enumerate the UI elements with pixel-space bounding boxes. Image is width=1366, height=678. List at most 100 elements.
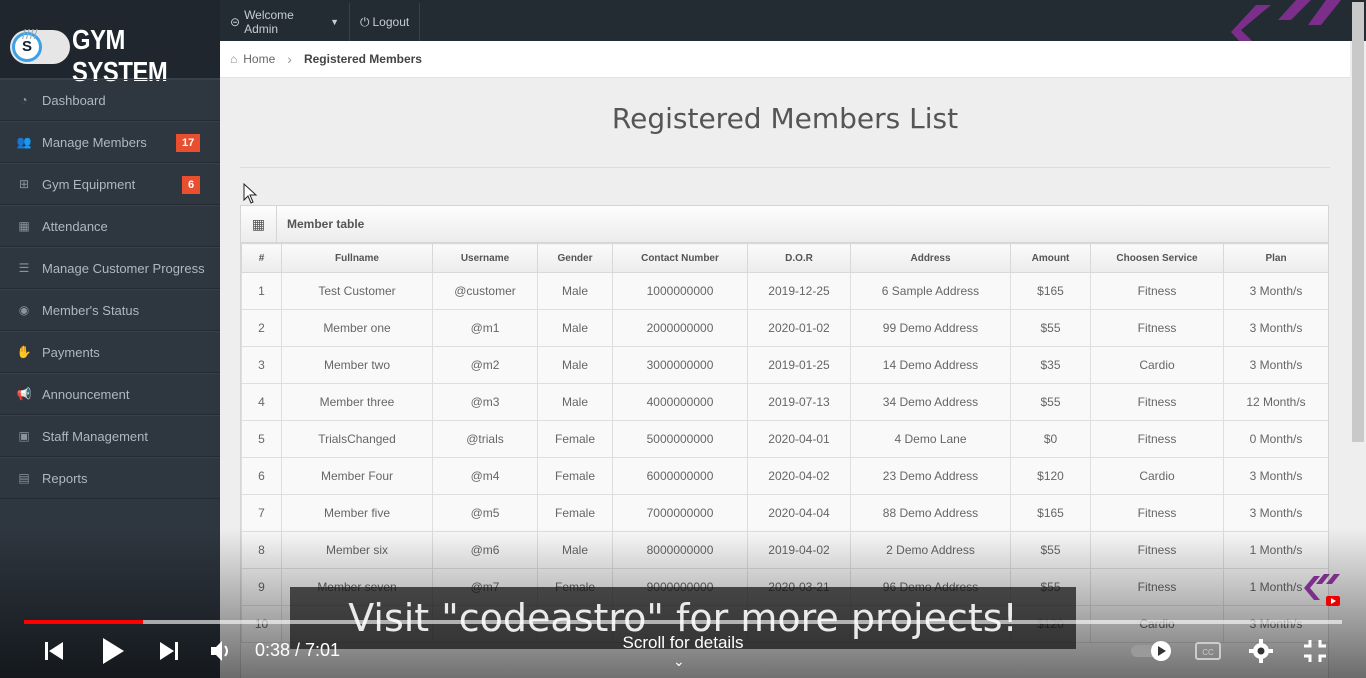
brand-header[interactable]: S //// GYM SYSTEM [0, 0, 220, 87]
table-cell: @m4 [432, 457, 538, 495]
table-cell: 5000000000 [612, 420, 748, 458]
play-icon[interactable] [101, 637, 125, 665]
table-cell: 2020-04-01 [747, 420, 851, 458]
sidebar-item-label: Manage Members [42, 134, 147, 150]
welcome-label: Welcome Admin [244, 8, 294, 36]
sidebar-item-announcement[interactable]: 📢 Announcement [0, 373, 220, 415]
table-cell: 7000000000 [612, 494, 748, 532]
played-bar [24, 620, 143, 624]
scroll-hint[interactable]: Scroll for details [583, 633, 783, 653]
table-row: 8 Member six @m6 Male 8000000000 2019-04-02 2 … [241, 531, 1328, 569]
table-cell: @m2 [432, 346, 538, 384]
column-header[interactable]: Username [432, 243, 538, 273]
table-cell: 2020-01-02 [747, 309, 851, 347]
column-header[interactable]: D.O.R [747, 243, 851, 273]
page-title: Registered Members List [611, 102, 959, 135]
count-badge: 17 [176, 134, 201, 152]
page-scrollbar[interactable] [1352, 2, 1364, 442]
table-cell: Female [537, 457, 613, 495]
video-progress-bar[interactable] [24, 620, 1342, 624]
column-header[interactable]: Fullname [281, 243, 433, 273]
table-cell: 23 Demo Address [850, 457, 1011, 495]
table-cell: 10 [241, 605, 282, 643]
table-cell: 2019-07-13 [747, 383, 851, 421]
table-cell: Cardio [1090, 605, 1224, 643]
sidebar-item-reports[interactable]: ▤ Reports [0, 457, 220, 499]
column-header[interactable]: Choosen Service [1090, 243, 1224, 273]
table-cell: 0 Month/s [1223, 420, 1328, 458]
table-cell: 6000000000 [612, 457, 748, 495]
column-header[interactable]: Plan [1223, 243, 1328, 273]
channel-watermark-icon[interactable] [1302, 570, 1342, 610]
logout-button[interactable]: ⏻ Logout [350, 3, 420, 41]
sidebar-item-label: Reports [42, 470, 88, 486]
table-cell: 2019-04-02 [747, 531, 851, 569]
table-cell: Member Four [281, 457, 433, 495]
sidebar-item-manage-customer-progress[interactable]: ☰ Manage Customer Progress [0, 247, 220, 289]
column-header[interactable]: Contact Number [612, 243, 748, 273]
column-header[interactable]: # [241, 243, 282, 273]
breadcrumb: ⌂ Home › Registered Members [220, 41, 1350, 78]
dashboard-icon: ◔ [20, 93, 28, 107]
table-cell: $55 [1010, 309, 1091, 347]
sidebar-item-dashboard[interactable]: ◔ Dashboard [0, 79, 220, 121]
table-cell: 99 Demo Address [850, 309, 1011, 347]
table-cell: 4 [241, 383, 282, 421]
table-cell: Member six [281, 531, 433, 569]
breadcrumb-home-link[interactable]: Home [243, 52, 275, 66]
power-icon: ⏻ [360, 14, 370, 29]
table-cell: Fitness [1090, 272, 1224, 310]
table-cell: 1 Month/s [1223, 531, 1328, 569]
sidebar-item-label: Manage Customer Progress [42, 260, 205, 276]
sidebar-item-gym-equipment[interactable]: ⊞ Gym Equipment 6 [0, 163, 220, 205]
table-cell: $165 [1010, 272, 1091, 310]
table-cell: Fitness [1090, 494, 1224, 532]
table-cell: 3 [241, 346, 282, 384]
volume-icon[interactable] [210, 640, 234, 662]
table-cell: Male [537, 309, 613, 347]
column-header[interactable]: Gender [537, 243, 613, 273]
welcome-menu-button[interactable]: ⊝ Welcome Admin ▼ [220, 3, 350, 41]
table-cell: 1 [241, 272, 282, 310]
file-icon: ▤ [18, 471, 30, 485]
column-header[interactable]: Address [850, 243, 1011, 273]
table-cell: 3 Month/s [1223, 272, 1328, 310]
mouse-cursor-icon [243, 183, 258, 204]
table-cell: $165 [1010, 494, 1091, 532]
autoplay-toggle-icon[interactable] [1130, 640, 1174, 662]
table-cell: 6 Sample Address [850, 272, 1011, 310]
sidebar-item-attendance[interactable]: ▦ Attendance [0, 205, 220, 247]
sidebar-item-payments[interactable]: ✋ Payments [0, 331, 220, 373]
chevron-down-icon[interactable]: ⌄ [673, 653, 685, 670]
sidebar-item-member-s-status[interactable]: ◉ Member's Status [0, 289, 220, 331]
home-icon: ⌂ [230, 52, 238, 66]
divider [240, 167, 1330, 168]
table-cell: $0 [1010, 420, 1091, 458]
table-cell: 2 Demo Address [850, 531, 1011, 569]
table-cell: 3000000000 [612, 346, 748, 384]
settings-gear-icon[interactable] [1249, 639, 1273, 663]
table-cell: Male [537, 383, 613, 421]
sidebar-item-manage-members[interactable]: 👥 Manage Members 17 [0, 121, 220, 163]
table-cell: $120 [1010, 457, 1091, 495]
table-cell: @m5 [432, 494, 538, 532]
sidebar-item-staff-management[interactable]: ▣ Staff Management [0, 415, 220, 457]
table-cell: 3 Month/s [1223, 346, 1328, 384]
next-icon[interactable] [159, 641, 179, 661]
sidebar: S //// GYM SYSTEM ◔ Dashboard 👥 Manage Memb… [0, 0, 220, 678]
column-header[interactable]: Amount [1010, 243, 1091, 273]
table-cell: $35 [1010, 346, 1091, 384]
table-row: 7 Member five @m5 Female 7000000000 2020-04-0… [241, 494, 1328, 532]
table-row: 6 Member Four @m4 Female 6000000000 2020-04-0… [241, 457, 1328, 495]
table-cell: 12 Month/s [1223, 383, 1328, 421]
previous-icon[interactable] [44, 641, 64, 661]
exit-fullscreen-icon[interactable] [1303, 639, 1327, 663]
table-cell: 9 [241, 568, 282, 606]
table-cell: 3 Month/s [1223, 457, 1328, 495]
sidebar-item-label: Staff Management [42, 428, 148, 444]
panel-title: Member table [287, 217, 365, 231]
table-cell: Cardio [1090, 457, 1224, 495]
captions-icon[interactable]: CC [1195, 642, 1221, 660]
table-row: 2 Member one @m1 Male 2000000000 2020-01-02 99… [241, 309, 1328, 347]
sidebar-item-label: Dashboard [42, 92, 106, 108]
